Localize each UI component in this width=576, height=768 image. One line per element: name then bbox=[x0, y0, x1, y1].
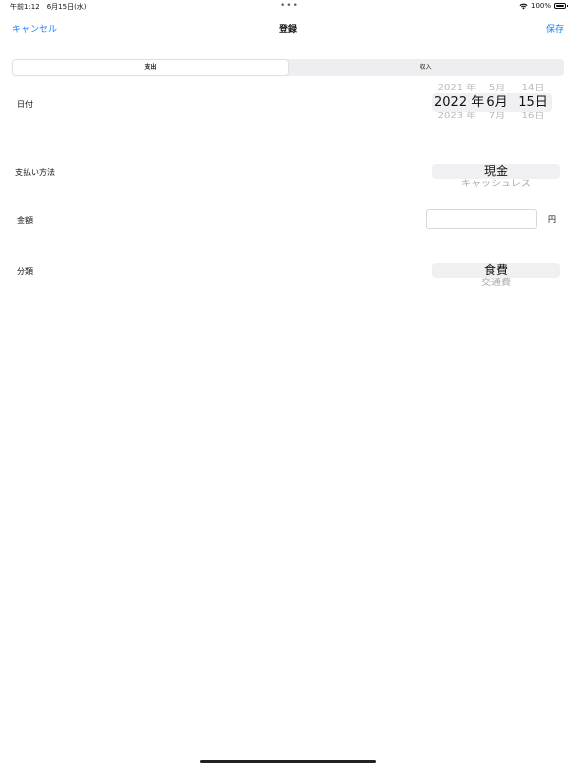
multitasking-dots[interactable]: ••• bbox=[280, 1, 299, 11]
segment-expense[interactable]: 支出 bbox=[13, 60, 288, 75]
payment-next: キャッシュレス bbox=[461, 179, 531, 189]
page-title: 登録 bbox=[278, 25, 297, 35]
payment-label: 支払い方法 bbox=[15, 168, 55, 177]
category-picker[interactable]: 食費 交通費 bbox=[432, 263, 560, 290]
day-next: 16日 bbox=[521, 112, 545, 121]
screen: 午前1:12 6月15日(水) ••• 100% キャンセル 登録 保存 支出 … bbox=[0, 0, 576, 768]
amount-unit: 円 bbox=[548, 215, 556, 224]
home-indicator[interactable] bbox=[200, 760, 376, 763]
month-wheel[interactable]: 5月 6月 7月 bbox=[480, 82, 514, 124]
category-next: 交通費 bbox=[481, 278, 511, 288]
segment-income[interactable]: 収入 bbox=[288, 60, 563, 75]
amount-label: 金額 bbox=[17, 216, 33, 225]
year-wheel[interactable]: 2021 年 2022 年 2023 年 bbox=[434, 82, 485, 124]
status-time: 午前1:12 6月15日(水) bbox=[10, 3, 87, 11]
status-right: 100% bbox=[519, 2, 568, 10]
wifi-icon bbox=[519, 3, 528, 9]
day-wheel[interactable]: 14日 15日 16日 bbox=[516, 82, 550, 124]
year-next: 2023 年 bbox=[437, 112, 477, 121]
month-next: 7月 bbox=[488, 112, 506, 121]
month-prev: 5月 bbox=[488, 84, 506, 93]
year-prev: 2021 年 bbox=[437, 84, 477, 93]
payment-selected: 現金 bbox=[483, 164, 508, 178]
date-label: 日付 bbox=[17, 100, 33, 109]
type-segmented-control: 支出 収入 bbox=[12, 59, 564, 76]
day-prev: 14日 bbox=[521, 84, 545, 93]
date-picker[interactable]: 2021 年 2022 年 2023 年 5月 6月 7月 14日 15日 16… bbox=[420, 82, 564, 126]
payment-picker[interactable]: 現金 キャッシュレス bbox=[432, 164, 560, 191]
month-selected: 6月 bbox=[486, 95, 508, 110]
category-label: 分類 bbox=[17, 267, 33, 276]
category-selected: 食費 bbox=[483, 263, 508, 277]
battery-icon bbox=[554, 3, 568, 9]
amount-input[interactable] bbox=[426, 209, 537, 229]
save-button[interactable]: 保存 bbox=[546, 22, 564, 35]
year-selected: 2022 年 bbox=[434, 95, 485, 110]
day-selected: 15日 bbox=[518, 95, 548, 110]
battery-percent: 100% bbox=[530, 2, 551, 10]
